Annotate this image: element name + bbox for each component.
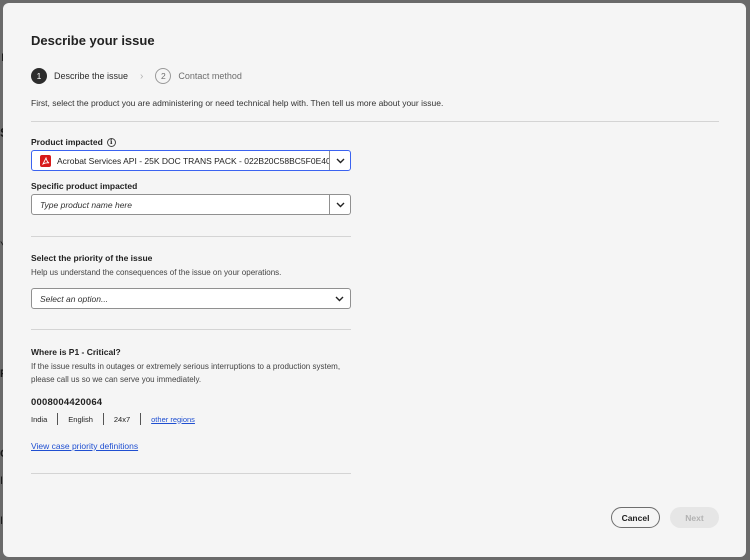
- priority-help: Help us understand the consequences of t…: [31, 268, 282, 277]
- specific-product-combobox[interactable]: Type product name here: [31, 194, 351, 215]
- priority-label: Select the priority of the issue: [31, 253, 153, 263]
- product-impacted-text: Acrobat Services API - 25K DOC TRANS PAC…: [57, 155, 329, 166]
- divider: [31, 236, 351, 237]
- divider: [31, 473, 351, 474]
- specific-product-label: Specific product impacted: [31, 181, 138, 191]
- step-1-label: Describe the issue: [54, 71, 129, 81]
- product-impacted-value: Acrobat Services API - 25K DOC TRANS PAC…: [32, 154, 329, 167]
- next-button[interactable]: Next: [670, 507, 719, 528]
- stepper: 1 Describe the issue › 2 Contact method: [31, 68, 242, 84]
- dialog-title: Describe your issue: [31, 33, 155, 48]
- separator: [57, 413, 59, 425]
- p1-help: If the issue results in outages or extre…: [31, 362, 341, 384]
- product-impacted-label: Product impacted i: [31, 137, 116, 147]
- p1-heading: Where is P1 - Critical?: [31, 347, 121, 357]
- separator: [102, 413, 104, 425]
- describe-issue-dialog: Describe your issue 1 Describe the issue…: [3, 3, 746, 557]
- chevron-down-icon[interactable]: [329, 195, 350, 214]
- acrobat-pdf-icon: [40, 154, 51, 167]
- priority-placeholder: Select an option...: [40, 293, 109, 304]
- specific-product-placeholder: Type product name here: [40, 199, 132, 210]
- step-1-indicator: 1: [31, 68, 47, 84]
- info-icon[interactable]: i: [106, 137, 116, 147]
- chevron-right-icon: ›: [140, 70, 144, 82]
- region-text: India: [31, 414, 48, 424]
- specific-product-input[interactable]: Type product name here: [32, 200, 329, 210]
- product-impacted-select[interactable]: Acrobat Services API - 25K DOC TRANS PAC…: [31, 150, 351, 171]
- priority-select[interactable]: Select an option...: [31, 288, 351, 309]
- p1-contact-meta: India English 24x7 other regions: [31, 413, 195, 425]
- language-text: English: [68, 414, 93, 424]
- chevron-down-icon[interactable]: [329, 289, 350, 308]
- cancel-button[interactable]: Cancel: [611, 507, 660, 528]
- step-2-indicator: 2: [155, 68, 172, 84]
- intro-text: First, select the product you are admini…: [31, 98, 444, 108]
- chevron-down-icon[interactable]: [329, 151, 350, 170]
- product-impacted-label-text: Product impacted: [31, 137, 103, 147]
- divider: [31, 121, 719, 122]
- separator: [140, 413, 142, 425]
- divider: [31, 329, 351, 330]
- step-2-label: Contact method: [178, 71, 242, 81]
- hours-text: 24x7: [113, 414, 131, 424]
- view-priority-definitions-link[interactable]: View case priority definitions: [31, 441, 138, 451]
- other-regions-link[interactable]: other regions: [151, 415, 195, 424]
- p1-phone-number: 0008004420064: [31, 397, 103, 408]
- priority-value: Select an option...: [32, 294, 329, 304]
